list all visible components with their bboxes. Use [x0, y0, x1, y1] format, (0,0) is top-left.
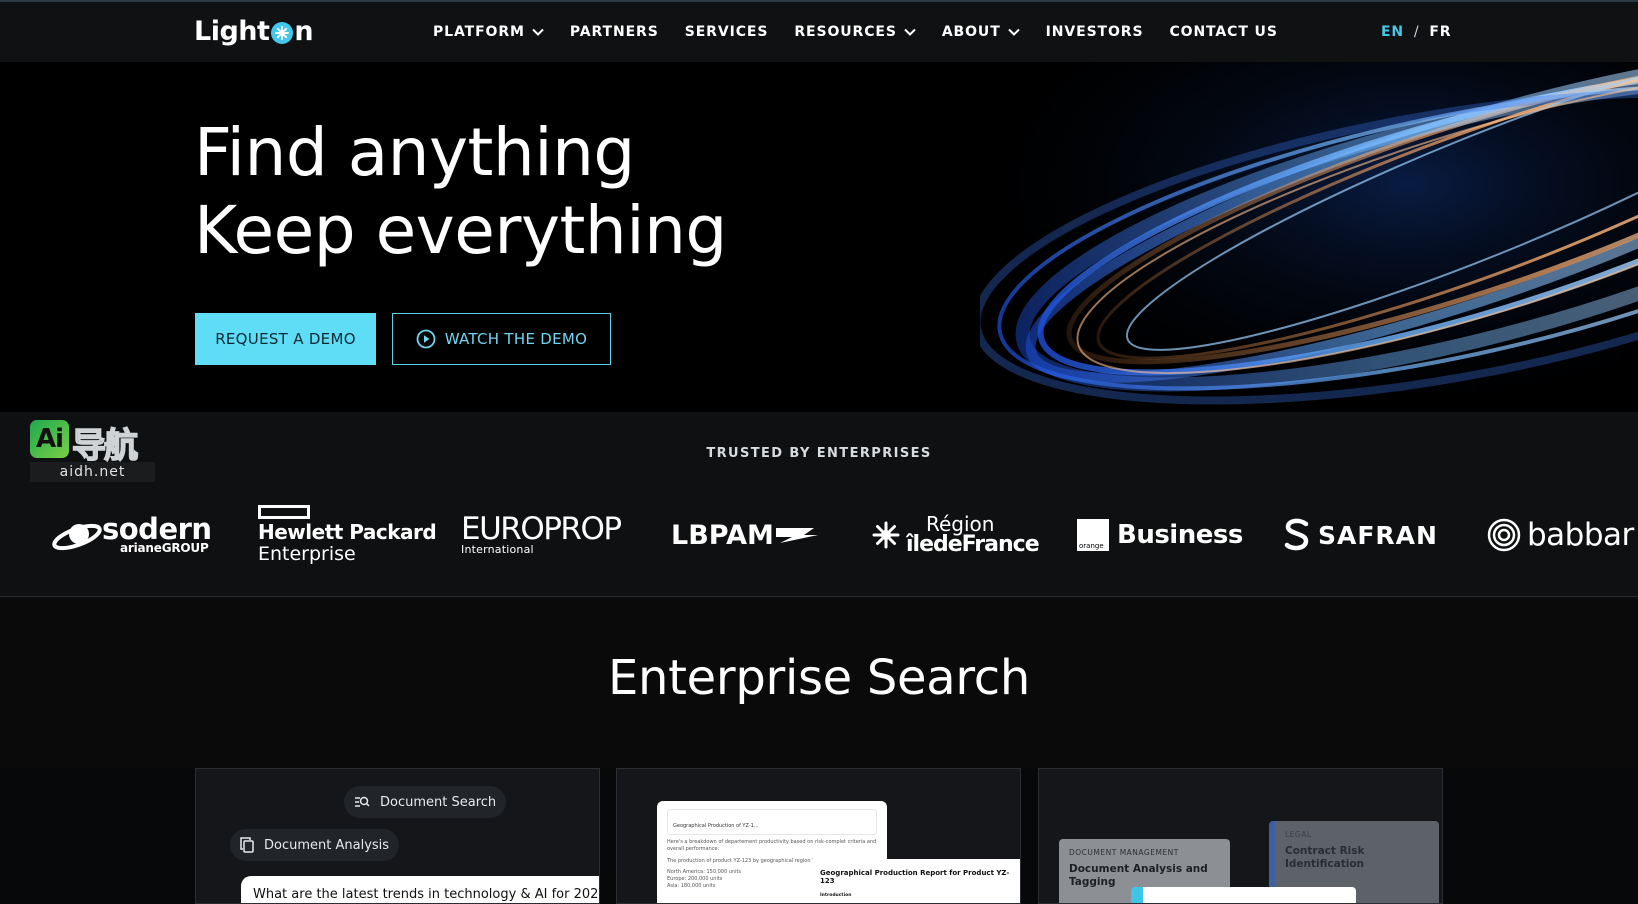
nav-item-contact-us[interactable]: CONTACT US — [1169, 24, 1277, 40]
document-search-label: Document Search — [380, 794, 497, 810]
europrop-name: EUROPROP — [461, 511, 622, 547]
play-circle-icon — [416, 329, 436, 349]
tag-category: LEGAL — [1285, 830, 1312, 839]
europrop-logo: EUROPROP International — [461, 500, 622, 570]
hpe-logo: Hewlett Packard Enterprise — [258, 500, 437, 570]
trusted-heading: TRUSTED BY ENTERPRISES — [706, 446, 932, 461]
hero-headline: Find anything Keep everything — [194, 114, 727, 270]
hpe-line1: Hewlett Packard — [258, 520, 437, 544]
client-logo-strip: sodern arianeGROUP Hewlett Packard Enter… — [0, 500, 1638, 570]
section-title: Enterprise Search — [608, 650, 1030, 706]
nav-label: PLATFORM — [433, 24, 525, 40]
nav-label: ABOUT — [941, 24, 1001, 40]
region-idf-logo: Région îledeFrance — [872, 500, 1040, 570]
babbar-rings-icon — [1487, 518, 1521, 552]
sodern-text: sodern arianeGROUP — [102, 512, 212, 555]
feature-card-analysis[interactable]: Geographical Production of YZ-1... Here'… — [616, 768, 1021, 904]
lbpam-logo: LBPAM — [671, 500, 818, 570]
babbar-logo: babbar — [1487, 500, 1634, 570]
sodern-swoosh-icon — [52, 523, 102, 551]
report-title: Geographical Production Report for Produ… — [820, 869, 1010, 885]
hero-section: Find anything Keep everything REQUEST A … — [0, 62, 1638, 412]
nav-item-platform[interactable]: PLATFORM — [433, 24, 544, 40]
watch-demo-label: WATCH THE DEMO — [444, 330, 588, 348]
tag-card-overlay — [1131, 887, 1356, 903]
watermark-url: aidh.net — [30, 462, 155, 482]
chevron-down-icon — [1007, 28, 1020, 36]
region-idf-line2: îledeFrance — [906, 532, 1040, 557]
lang-separator: / — [1413, 24, 1420, 40]
nav-item-resources[interactable]: RESOURCES — [794, 24, 916, 40]
chevron-down-icon — [532, 28, 544, 36]
orange-business-name: Business — [1117, 520, 1243, 550]
document-small-title: Geographical Production of YZ-1... — [673, 823, 759, 829]
nav-label: SERVICES — [684, 24, 769, 40]
tag-name: Document Analysis and Tagging — [1069, 863, 1208, 888]
nav-item-partners[interactable]: PARTNERS — [570, 24, 659, 40]
feature-card-search[interactable]: Document Search Document Analysis What a… — [195, 768, 600, 904]
tag-name: Contract Risk Identification — [1285, 845, 1365, 870]
report-section-heading: Introduction — [820, 893, 852, 898]
orange-mark-text: orange — [1079, 542, 1104, 550]
lighton-logo[interactable]: Light n — [194, 16, 314, 47]
nav-menu: PLATFORM PARTNERS SERVICES RESOURCES ABO… — [433, 24, 1304, 40]
document-intro-text: Here's a breakdown of departement produc… — [667, 839, 877, 852]
watch-demo-button[interactable]: WATCH THE DEMO — [392, 313, 611, 365]
sodern-logo: sodern arianeGROUP — [52, 500, 212, 570]
sodern-name: sodern — [102, 512, 212, 546]
feature-cards: Document Search Document Analysis What a… — [0, 768, 1638, 904]
trusted-by-section: TRUSTED BY ENTERPRISES sodern arianeGROU… — [0, 412, 1638, 597]
hpe-rectangle-mark — [258, 505, 310, 519]
document-analysis-label: Document Analysis — [264, 837, 390, 853]
enterprise-search-section: Enterprise Search Document Search Docume… — [0, 598, 1638, 904]
lbpam-name: LBPAM — [671, 519, 774, 551]
nav-label: CONTACT US — [1169, 24, 1278, 40]
hpe-line2: Enterprise — [258, 543, 356, 565]
document-search-pill: Document Search — [344, 786, 507, 818]
search-list-icon — [355, 796, 370, 807]
nav-label: INVESTORS — [1045, 24, 1144, 40]
hero-headline-line2: Keep everything — [194, 192, 727, 269]
region-idf-text: Région îledeFrance — [906, 512, 1040, 557]
hero-headline-line1: Find anything — [194, 114, 635, 191]
nav-item-services[interactable]: SERVICES — [685, 24, 769, 40]
orange-business-logo: orange Business — [1077, 500, 1243, 570]
document-analysis-pill: Document Analysis — [230, 829, 400, 861]
nav-label: RESOURCES — [794, 24, 897, 40]
copy-document-icon — [240, 837, 254, 853]
logo-text-n: n — [294, 16, 314, 47]
document-preview-front: Geographical Production Report for Produ… — [812, 859, 1020, 903]
safran-s-mark-icon — [1284, 518, 1309, 551]
region-idf-line1: Région — [926, 512, 995, 536]
nav-item-investors[interactable]: INVESTORS — [1046, 24, 1144, 40]
star-burst-icon — [872, 521, 900, 549]
nav-label: PARTNERS — [569, 24, 659, 40]
feature-card-tagging[interactable]: DOCUMENT MANAGEMENT Document Analysis an… — [1038, 768, 1443, 904]
logo-o-icon — [271, 21, 294, 44]
safran-name: SAFRAN — [1318, 520, 1438, 550]
sodern-sub: arianeGROUP — [120, 541, 209, 555]
watermark-ai-badge: Ai — [30, 420, 69, 458]
light-streaks-image — [980, 62, 1638, 412]
orange-square-mark: orange — [1077, 519, 1109, 551]
lang-en-link[interactable]: EN — [1381, 24, 1404, 40]
document-preview-header: Geographical Production of YZ-1... — [667, 809, 877, 835]
europrop-sub: International — [461, 543, 534, 556]
watermark-cn-text: 导航 — [71, 425, 139, 467]
chevron-down-icon — [904, 28, 916, 36]
request-demo-button[interactable]: REQUEST A DEMO — [195, 313, 376, 365]
nav-item-about[interactable]: ABOUT — [942, 24, 1020, 40]
top-navigation: Light n PLATFORM PARTNERS SERVICES RESOUR… — [0, 0, 1638, 62]
chat-question-bubble: What are the latest trends in technology… — [241, 876, 599, 903]
lbpam-arrow-mark — [775, 528, 818, 543]
language-switcher: EN / FR — [1381, 24, 1451, 40]
safran-logo: SAFRAN — [1282, 500, 1438, 570]
logo-text-light: Light — [194, 16, 270, 47]
aidh-watermark: Ai 导航 aidh.net — [30, 420, 155, 482]
tag-category: DOCUMENT MANAGEMENT — [1069, 848, 1179, 857]
babbar-name: babbar — [1527, 517, 1634, 553]
lang-fr-link[interactable]: FR — [1429, 24, 1451, 40]
